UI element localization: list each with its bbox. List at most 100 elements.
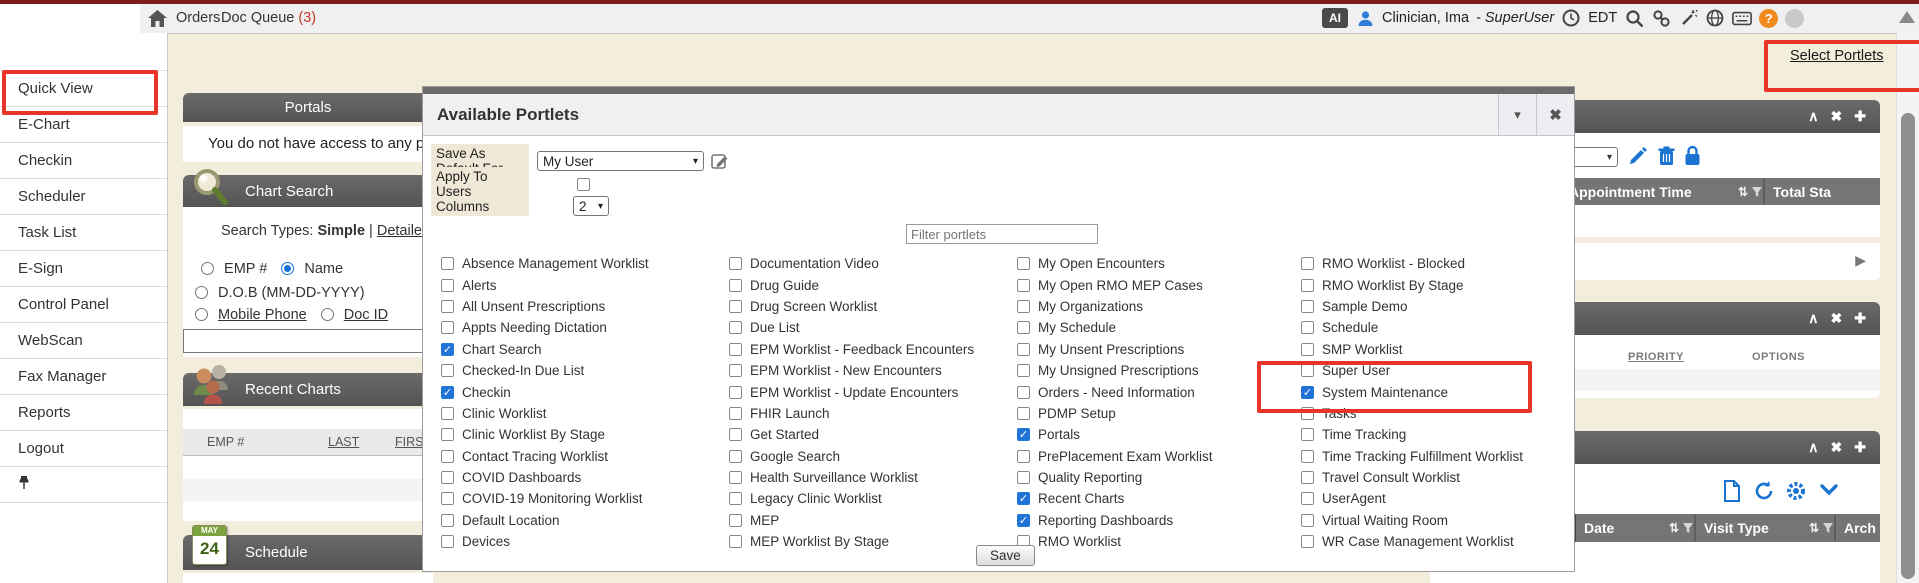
portlet-checkbox-my-schedule[interactable] xyxy=(1017,321,1030,334)
portlet-label-my-unsent-prescriptions[interactable]: My Unsent Prescriptions xyxy=(1038,342,1184,357)
sidebar-item-e-sign[interactable]: E-Sign xyxy=(0,250,167,286)
search-type-detailed[interactable]: Detaile xyxy=(377,223,422,239)
portlet-checkbox-chart-search[interactable]: ✓ xyxy=(441,343,454,356)
col-emp[interactable]: EMP # xyxy=(207,435,244,449)
close-panel-icon[interactable]: ✖ xyxy=(1831,108,1843,124)
portlet-checkbox-time-tracking-fulfillment-worklist[interactable] xyxy=(1301,450,1314,463)
portlet-label-alerts[interactable]: Alerts xyxy=(462,278,497,293)
sidebar-item-fax-manager[interactable]: Fax Manager xyxy=(0,358,167,394)
portlet-label-my-unsigned-prescriptions[interactable]: My Unsigned Prescriptions xyxy=(1038,363,1199,378)
visits-col-visit-type[interactable]: Visit Type ⇅ xyxy=(1696,514,1834,542)
sidebar-pin[interactable] xyxy=(0,466,167,503)
portlet-label-smp-worklist[interactable]: SMP Worklist xyxy=(1322,342,1403,357)
sidebar-item-e-chart[interactable]: E-Chart xyxy=(0,106,167,142)
collapse-icon[interactable]: ∧ xyxy=(1808,439,1818,455)
visits-col-archive[interactable]: Arch xyxy=(1836,514,1880,542)
portlet-label-due-list[interactable]: Due List xyxy=(750,320,800,335)
portlet-checkbox-pdmp-setup[interactable] xyxy=(1017,407,1030,420)
portlet-checkbox-fhir-launch[interactable] xyxy=(729,407,742,420)
portlet-checkbox-recent-charts[interactable]: ✓ xyxy=(1017,492,1030,505)
delete-icon[interactable] xyxy=(1658,146,1675,171)
portlet-label-get-started[interactable]: Get Started xyxy=(750,427,819,442)
portlet-label-all-unsent-prescriptions[interactable]: All Unsent Prescriptions xyxy=(462,299,605,314)
settings-gear-icon[interactable] xyxy=(1785,480,1807,507)
portlet-label-sample-demo[interactable]: Sample Demo xyxy=(1322,299,1408,314)
portlet-checkbox-rmo-worklist-by-stage[interactable] xyxy=(1301,279,1314,292)
scroll-up-arrow-icon[interactable] xyxy=(1899,11,1915,23)
portlet-checkbox-system-maintenance[interactable]: ✓ xyxy=(1301,386,1314,399)
portlet-label-time-tracking[interactable]: Time Tracking xyxy=(1322,427,1406,442)
portlet-label-epm-worklist-update-encounters[interactable]: EPM Worklist - Update Encounters xyxy=(750,385,958,400)
portlet-checkbox-portals[interactable]: ✓ xyxy=(1017,428,1030,441)
portlet-label-covid-19-monitoring-worklist[interactable]: COVID-19 Monitoring Worklist xyxy=(462,491,643,506)
appointments-col-time[interactable]: Appointment Time ⇅ xyxy=(1563,178,1763,205)
portlet-label-drug-guide[interactable]: Drug Guide xyxy=(750,278,819,293)
portlet-checkbox-alerts[interactable] xyxy=(441,279,454,292)
expand-right-icon[interactable]: ▶ xyxy=(1855,252,1866,269)
portlet-label-documentation-video[interactable]: Documentation Video xyxy=(750,256,879,271)
edit-icon[interactable] xyxy=(1628,146,1648,171)
portlet-checkbox-useragent[interactable] xyxy=(1301,492,1314,505)
portlet-label-health-surveillance-worklist[interactable]: Health Surveillance Worklist xyxy=(750,470,918,485)
portlet-checkbox-contact-tracing-worklist[interactable] xyxy=(441,450,454,463)
col-priority[interactable]: PRIORITY xyxy=(1628,351,1684,363)
portlet-checkbox-reporting-dashboards[interactable]: ✓ xyxy=(1017,514,1030,527)
lock-icon[interactable] xyxy=(1684,145,1701,171)
sidebar-item-logout[interactable]: Logout xyxy=(0,430,167,466)
portlet-checkbox-legacy-clinic-worklist[interactable] xyxy=(729,492,742,505)
portlet-label-checked-in-due-list[interactable]: Checked-In Due List xyxy=(462,363,584,378)
refresh-icon[interactable] xyxy=(1753,480,1775,507)
portlet-label-fhir-launch[interactable]: FHIR Launch xyxy=(750,406,830,421)
sidebar-item-reports[interactable]: Reports xyxy=(0,394,167,430)
sidebar-item-webscan[interactable]: WebScan xyxy=(0,322,167,358)
globe-icon[interactable] xyxy=(1705,8,1725,28)
portlet-checkbox-mep-worklist-by-stage[interactable] xyxy=(729,535,742,548)
portlet-label-rmo-worklist-by-stage[interactable]: RMO Worklist By Stage xyxy=(1322,278,1464,293)
save-as-default-select[interactable]: My User ▾ xyxy=(537,151,704,171)
portlet-checkbox-travel-consult-worklist[interactable] xyxy=(1301,471,1314,484)
portlet-label-chart-search[interactable]: Chart Search xyxy=(462,342,542,357)
portlet-checkbox-health-surveillance-worklist[interactable] xyxy=(729,471,742,484)
portlet-label-orders-need-information[interactable]: Orders - Need Information xyxy=(1038,385,1195,400)
portlet-label-reporting-dashboards[interactable]: Reporting Dashboards xyxy=(1038,513,1173,528)
col-last[interactable]: LAST xyxy=(328,435,359,449)
columns-select[interactable]: 2 ▾ xyxy=(573,196,609,216)
portlet-label-time-tracking-fulfillment-worklist[interactable]: Time Tracking Fulfillment Worklist xyxy=(1322,449,1523,464)
portlet-checkbox-checkin[interactable]: ✓ xyxy=(441,386,454,399)
portlet-label-useragent[interactable]: UserAgent xyxy=(1322,491,1386,506)
portlet-label-mep-worklist-by-stage[interactable]: MEP Worklist By Stage xyxy=(750,534,889,549)
nav-doc-queue[interactable]: Doc Queue (3) xyxy=(221,10,316,26)
portlet-checkbox-super-user[interactable] xyxy=(1301,364,1314,377)
portlet-checkbox-default-location[interactable] xyxy=(441,514,454,527)
radio-mobile-phone[interactable] xyxy=(195,308,208,321)
link-icon[interactable] xyxy=(1651,8,1671,28)
portlet-label-my-organizations[interactable]: My Organizations xyxy=(1038,299,1143,314)
portlet-checkbox-appts-needing-dictation[interactable] xyxy=(441,321,454,334)
portlet-label-my-open-rmo-mep-cases[interactable]: My Open RMO MEP Cases xyxy=(1038,278,1203,293)
search-icon[interactable] xyxy=(1624,8,1644,28)
portlet-checkbox-my-unsent-prescriptions[interactable] xyxy=(1017,343,1030,356)
portlet-checkbox-sample-demo[interactable] xyxy=(1301,300,1314,313)
portlet-checkbox-mep[interactable] xyxy=(729,514,742,527)
portlet-checkbox-smp-worklist[interactable] xyxy=(1301,343,1314,356)
portlet-label-devices[interactable]: Devices xyxy=(462,534,510,549)
portlet-checkbox-my-organizations[interactable] xyxy=(1017,300,1030,313)
wand-icon[interactable] xyxy=(1678,8,1698,28)
select-portlets-link[interactable]: Select Portlets xyxy=(1790,48,1884,64)
sort-icon[interactable]: ⇅ xyxy=(1809,521,1819,535)
portlet-checkbox-orders-need-information[interactable] xyxy=(1017,386,1030,399)
portlet-checkbox-rmo-worklist-blocked[interactable] xyxy=(1301,257,1314,270)
dialog-header[interactable]: Available Portlets ▾ ✖ xyxy=(423,94,1574,136)
portlet-label-super-user[interactable]: Super User xyxy=(1322,363,1390,378)
portlet-label-clinic-worklist-by-stage[interactable]: Clinic Worklist By Stage xyxy=(462,427,605,442)
portlet-checkbox-my-open-encounters[interactable] xyxy=(1017,257,1030,270)
portlet-label-my-schedule[interactable]: My Schedule xyxy=(1038,320,1116,335)
keyboard-icon[interactable] xyxy=(1732,8,1752,28)
new-document-icon[interactable] xyxy=(1723,480,1741,507)
portlet-label-wr-case-management-worklist[interactable]: WR Case Management Worklist xyxy=(1322,534,1514,549)
page-scrollbar[interactable] xyxy=(1896,33,1919,583)
collapse-icon[interactable]: ∧ xyxy=(1808,310,1818,326)
collapse-icon[interactable]: ∧ xyxy=(1808,108,1818,124)
portlet-checkbox-epm-worklist-new-encounters[interactable] xyxy=(729,364,742,377)
radio-emp[interactable] xyxy=(201,262,214,275)
